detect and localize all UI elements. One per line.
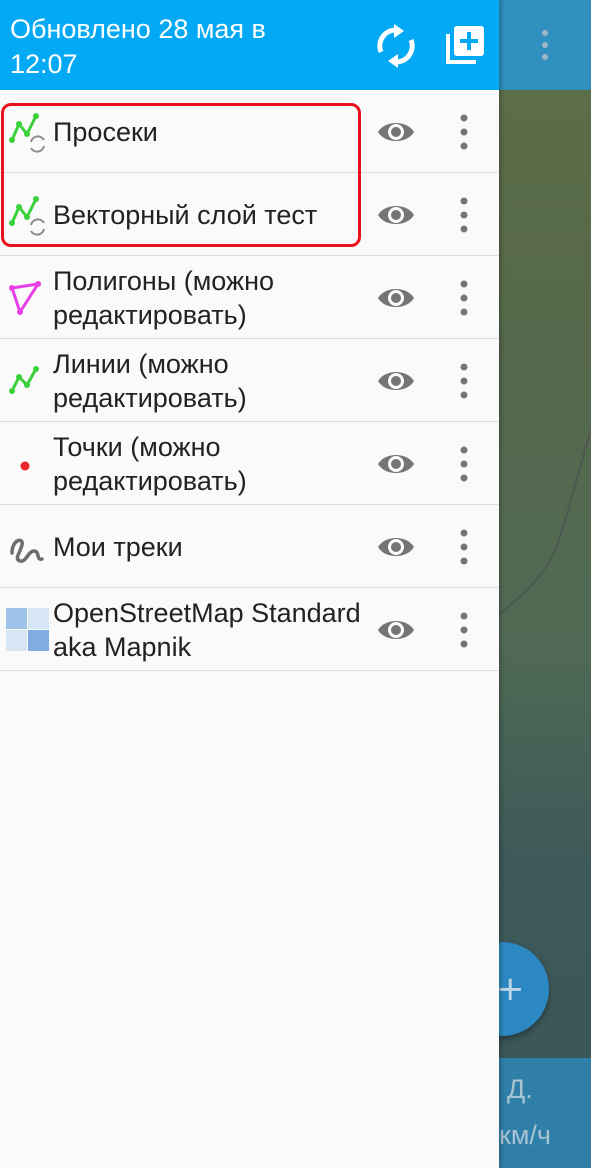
layer-row-proseki[interactable]: Просеки (0, 90, 499, 173)
layer-row-vector-test[interactable]: Векторный слой тест (0, 173, 499, 256)
add-layer-icon[interactable] (444, 24, 486, 66)
visibility-eye-icon[interactable] (376, 530, 416, 564)
line-layer-icon (6, 359, 50, 403)
fab-plus-label: + (496, 969, 525, 1009)
layer-label: Полигоны (можно редактировать) (53, 265, 275, 330)
layer-row-osm[interactable]: OpenStreetMap Standard aka Mapnik (0, 588, 499, 671)
more-options-icon[interactable] (452, 278, 476, 318)
visibility-eye-icon[interactable] (376, 281, 416, 315)
layer-row-polygons[interactable]: Полигоны (можно редактировать) (0, 256, 499, 339)
overflow-menu-icon[interactable] (539, 24, 551, 64)
map-coastline (499, 430, 591, 616)
layer-row-lines[interactable]: Линии (можно редактировать) (0, 339, 499, 422)
synced-line-layer-icon (6, 110, 50, 154)
sync-icon[interactable] (374, 24, 418, 68)
layer-label: Мои треки (53, 531, 183, 562)
more-options-icon[interactable] (452, 112, 476, 152)
layer-row-tracks[interactable]: Мои треки (0, 505, 499, 588)
drawer-header: Обновлено 28 мая в 12:07 (0, 0, 499, 90)
status-line-1: Д. (507, 1074, 533, 1104)
more-options-icon[interactable] (452, 610, 476, 650)
layer-list: Просеки Векторный слой тест Полигоны (мо… (0, 90, 499, 671)
visibility-eye-icon[interactable] (376, 447, 416, 481)
status-line-2: км/ч (499, 1120, 551, 1150)
visibility-eye-icon[interactable] (376, 115, 416, 149)
header-title-line-1: Обновлено 28 мая в (10, 14, 266, 44)
visibility-eye-icon[interactable] (376, 198, 416, 232)
header-title: Обновлено 28 мая в 12:07 (10, 12, 350, 82)
tile-layer-icon (6, 608, 50, 652)
more-options-icon[interactable] (452, 361, 476, 401)
polygon-layer-icon (6, 276, 50, 320)
visibility-eye-icon[interactable] (376, 364, 416, 398)
layer-label: Просеки (53, 116, 158, 147)
layer-label: Линии (можно редактировать) (53, 348, 247, 413)
layer-label: Точки (можно редактировать) (53, 431, 247, 496)
header-title-line-2: 12:07 (10, 49, 78, 79)
layer-label: OpenStreetMap Standard aka Mapnik (53, 597, 361, 662)
layer-label: Векторный слой тест (53, 199, 318, 230)
map-toolbar (499, 0, 591, 90)
more-options-icon[interactable] (452, 444, 476, 484)
layer-row-points[interactable]: Точки (можно редактировать) (0, 422, 499, 505)
layers-drawer: Обновлено 28 мая в 12:07 Просеки Векторн… (0, 0, 499, 1168)
synced-line-layer-icon (6, 193, 50, 237)
visibility-eye-icon[interactable] (376, 613, 416, 647)
point-layer-icon (6, 442, 50, 486)
more-options-icon[interactable] (452, 195, 476, 235)
status-bar: Д. км/ч (499, 1058, 591, 1168)
more-options-icon[interactable] (452, 527, 476, 567)
tracks-icon (6, 525, 50, 569)
